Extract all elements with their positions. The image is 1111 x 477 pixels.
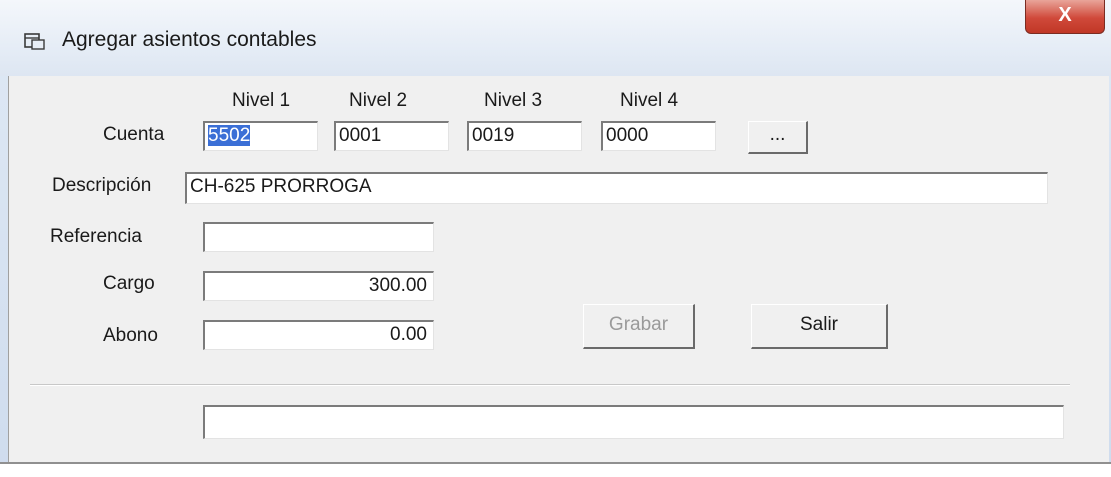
cuenta-nivel2-field[interactable]: 0001 <box>334 121 449 151</box>
cargo-field[interactable]: 300.00 <box>203 271 434 301</box>
window-app-icon <box>24 32 46 50</box>
cuenta-nivel3-field[interactable]: 0019 <box>467 121 582 151</box>
dialog-window: Agregar asientos contables X Nivel 1 Niv… <box>0 0 1111 477</box>
abono-field[interactable]: 0.00 <box>203 320 434 350</box>
referencia-field[interactable] <box>203 222 434 252</box>
grabar-button[interactable]: Grabar <box>583 304 695 349</box>
cuenta-nivel4-field[interactable]: 0000 <box>601 121 716 151</box>
close-button[interactable]: X <box>1025 0 1105 34</box>
browse-account-button[interactable]: ... <box>748 121 808 154</box>
abono-label: Abono <box>103 325 158 346</box>
cuenta-label: Cuenta <box>103 124 165 145</box>
nivel-3-label: Nivel 3 <box>484 90 543 111</box>
separator-line <box>30 384 1070 386</box>
nivel-1-label: Nivel 1 <box>232 90 291 111</box>
status-field[interactable] <box>203 405 1064 439</box>
title-bar[interactable]: Agregar asientos contables X <box>0 0 1111 76</box>
window-title: Agregar asientos contables <box>62 28 317 51</box>
nivel-2-label: Nivel 2 <box>349 90 408 111</box>
nivel-4-label: Nivel 4 <box>620 90 679 111</box>
descripcion-label: Descripción <box>52 175 152 196</box>
descripcion-field[interactable]: CH-625 PRORROGA <box>185 172 1048 204</box>
referencia-label: Referencia <box>50 226 142 247</box>
cuenta-nivel1-value: 5502 <box>208 125 251 146</box>
salir-button[interactable]: Salir <box>751 304 888 349</box>
cuenta-nivel1-field[interactable]: 5502 <box>203 121 318 151</box>
close-icon: X <box>1058 4 1072 26</box>
cargo-label: Cargo <box>103 273 155 294</box>
